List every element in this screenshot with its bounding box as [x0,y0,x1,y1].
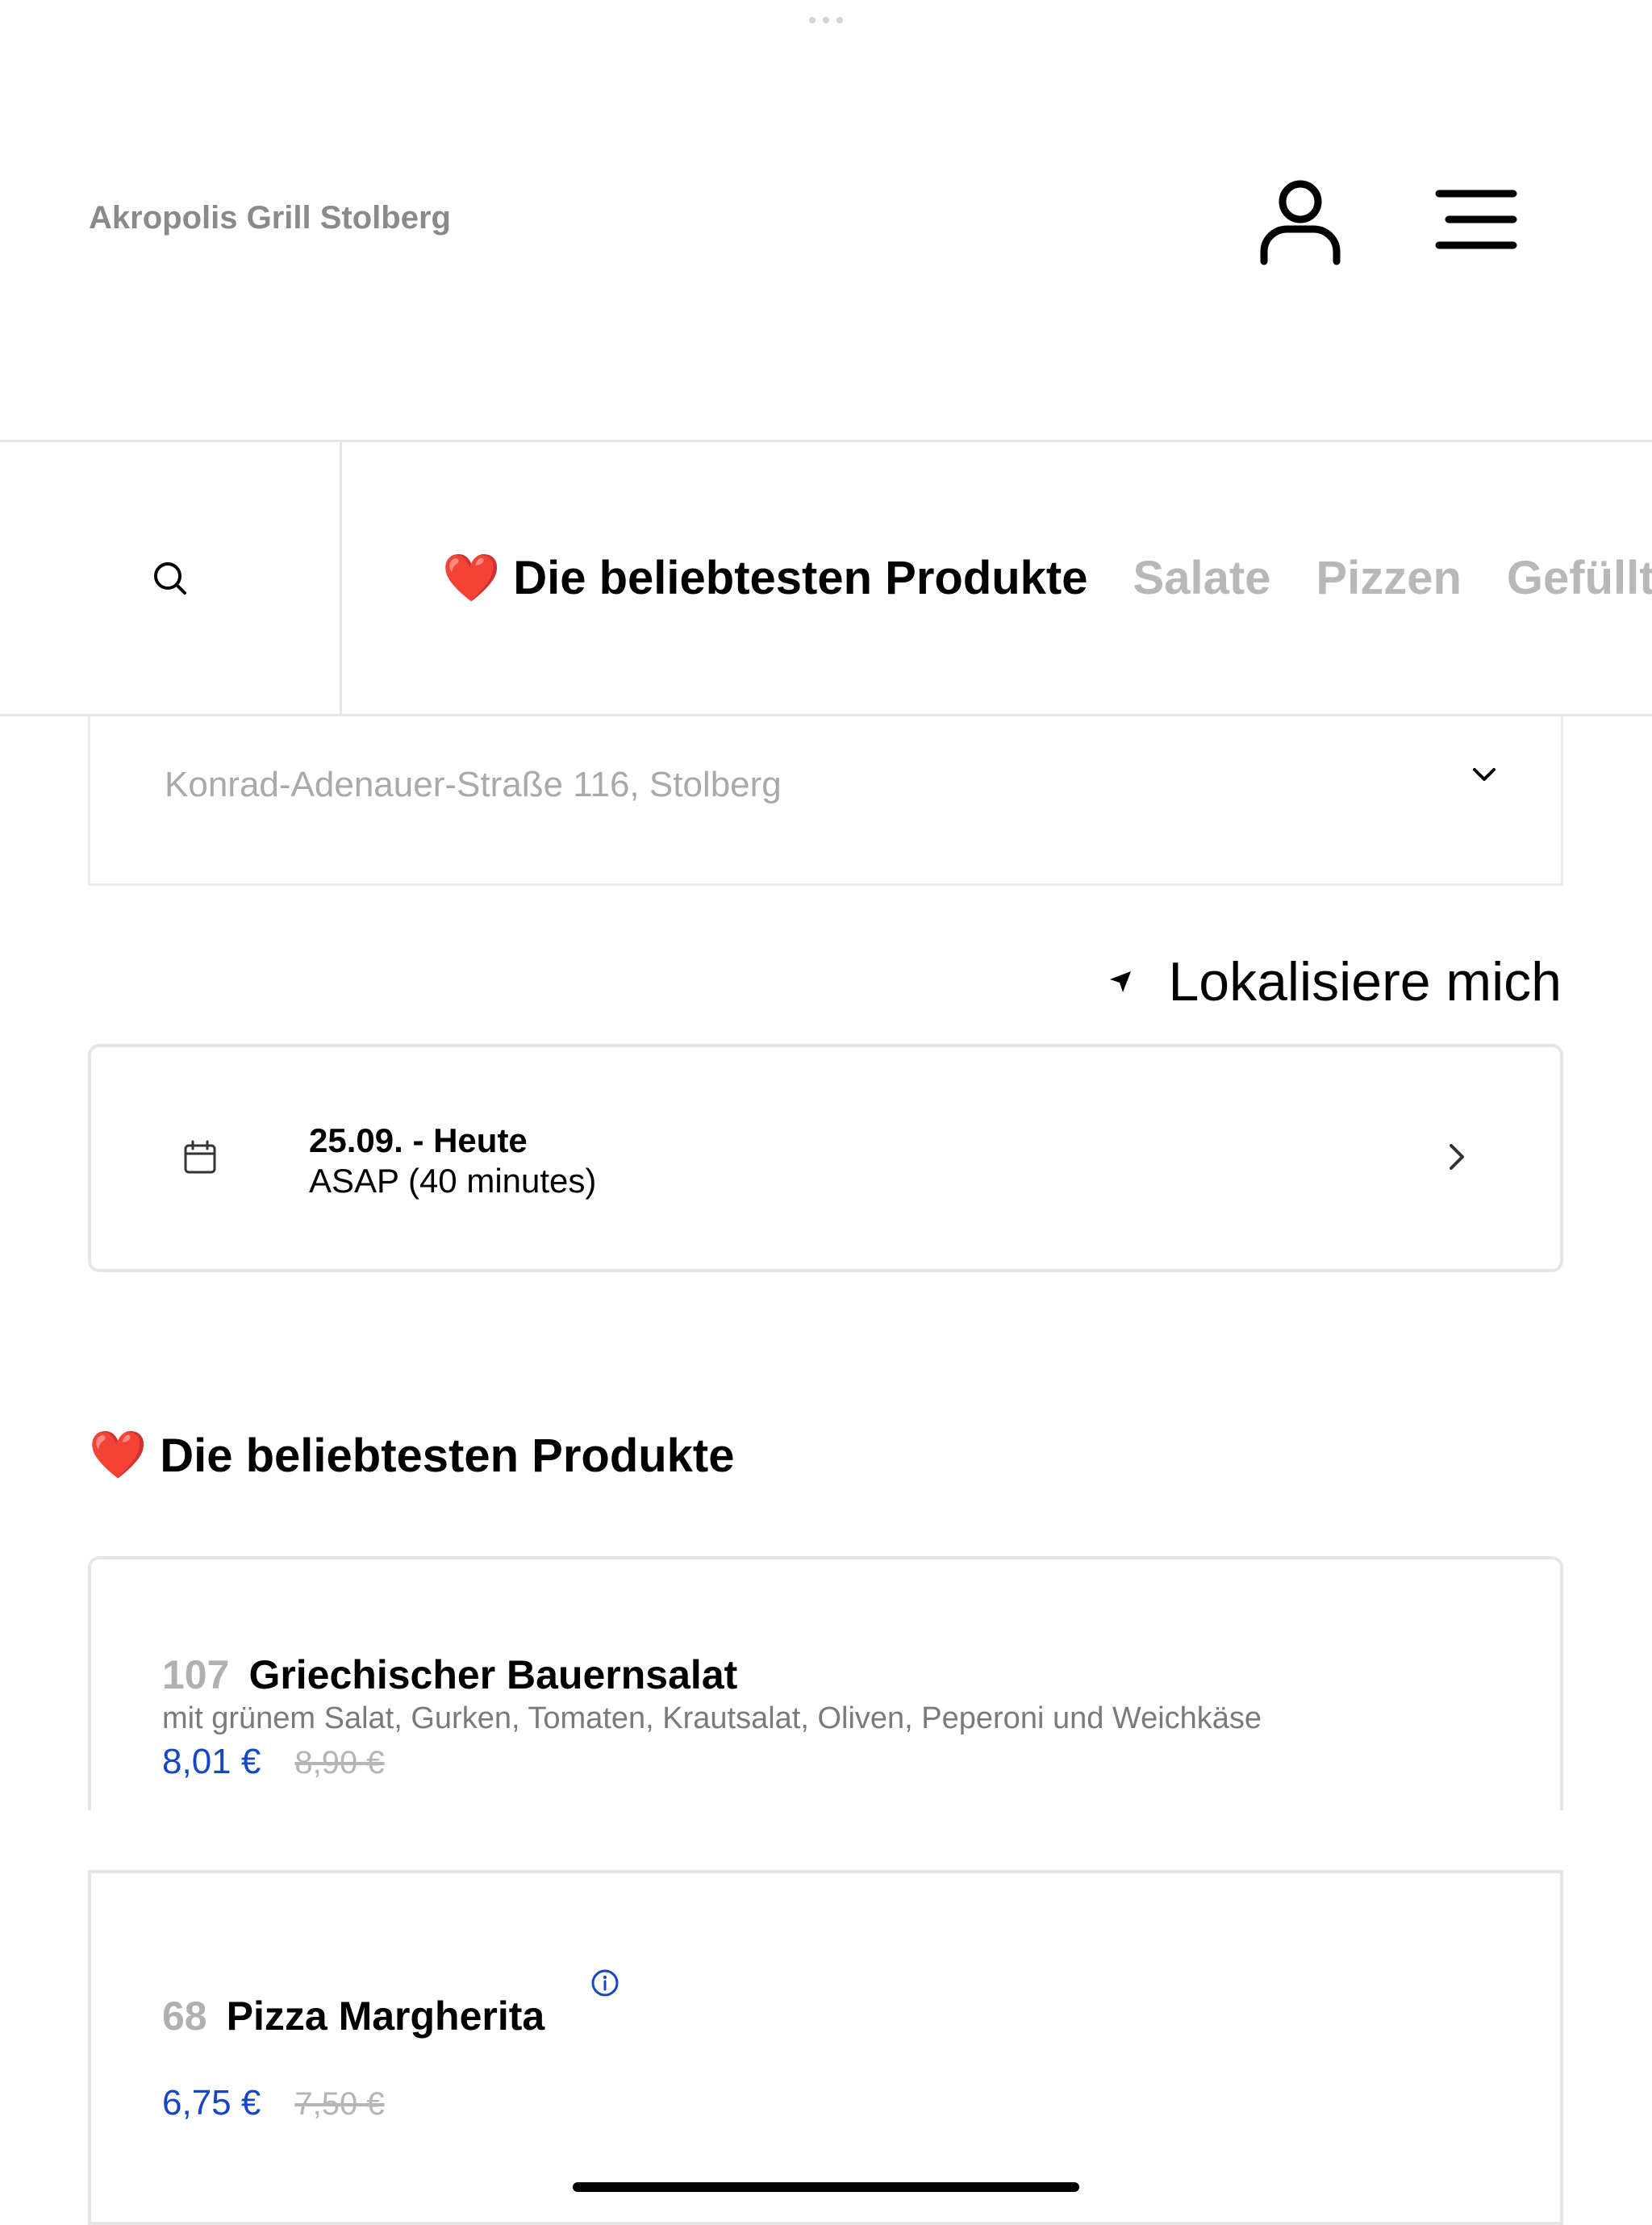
category-tabs: ❤️ Die beliebtesten Produkte Salate Pizz… [442,442,1652,714]
window-grabber[interactable] [809,16,843,24]
card-gap [88,1810,1563,1870]
tab-label: Salate [1133,552,1271,604]
section-title: Die beliebtesten Produkte [160,1429,735,1482]
section-heading: ❤️ Die beliebtesten Produkte [89,1428,735,1483]
product-price: 6,75 € 7,50 € [162,2083,385,2123]
tab-label: Pizzen [1316,552,1462,604]
current-price: 8,01 € [162,1742,261,1781]
account-button[interactable] [1252,171,1349,268]
calendar-icon [184,1140,216,1174]
restaurant-name[interactable]: Akropolis Grill Stolberg [89,200,451,236]
tab-label: Gefüllt [1506,552,1652,604]
product-description: mit grünem Salat, Gurken, Tomaten, Kraut… [162,1701,1262,1735]
chevron-down-icon [1473,768,1496,781]
tab-salads[interactable]: Salate [1133,551,1271,605]
location-arrow-icon [1110,971,1132,992]
product-title: 107 Griechischer Bauernsalat [162,1651,737,1698]
original-price: 7,50 € [294,2086,385,2122]
product-number: 68 [162,1993,207,2039]
user-icon [1260,180,1341,265]
delivery-date: 25.09. - Heute [309,1121,528,1159]
address-value: Konrad-Adenauer-Straße 116, Stolberg [165,765,782,804]
tab-popular-products[interactable]: ❤️ Die beliebtesten Produkte [442,551,1088,606]
original-price: 8,90 € [294,1745,385,1780]
search-icon [153,561,186,595]
grabber-dot [809,17,816,23]
product-price: 8,01 € 8,90 € [162,1742,385,1782]
category-nav: ❤️ Die beliebtesten Produkte Salate Pizz… [0,440,1652,716]
product-title: 68 Pizza Margherita [162,1993,544,2039]
address-field[interactable]: Konrad-Adenauer-Straße 116, Stolberg [88,716,1563,886]
grabber-dot [836,17,843,23]
current-price: 6,75 € [162,2083,261,2123]
product-number: 107 [162,1652,230,1697]
delivery-time-selector[interactable]: 25.09. - Heute ASAP (40 minutes) [88,1044,1563,1272]
address-dropdown-toggle[interactable] [1468,758,1500,791]
grabber-dot [823,17,829,23]
home-indicator[interactable] [573,2182,1079,2192]
product-name: Pizza Margherita [226,1993,545,2039]
product-name: Griechischer Bauernsalat [248,1652,738,1697]
product-card[interactable]: 107 Griechischer Bauernsalat mit grünem … [88,1556,1563,1814]
delivery-eta: ASAP (40 minutes) [309,1162,597,1200]
heart-icon: ❤️ [442,551,501,604]
locate-me-button[interactable]: Lokalisiere mich [1107,950,1562,1013]
menu-button[interactable] [1429,179,1525,260]
locate-me-label: Lokalisiere mich [1168,951,1562,1012]
heart-icon: ❤️ [89,1429,148,1481]
tab-label: Die beliebtesten Produkte [513,552,1088,604]
tab-pizzas[interactable]: Pizzen [1316,551,1462,605]
chevron-right-icon [1450,1144,1464,1170]
search-button[interactable] [0,442,342,714]
tab-filled[interactable]: Gefüllt [1507,551,1652,605]
menu-icon [1435,190,1517,249]
info-icon[interactable] [590,1968,620,1997]
product-card[interactable]: 68 Pizza Margherita 6,75 € 7,50 € [88,1870,1563,2225]
